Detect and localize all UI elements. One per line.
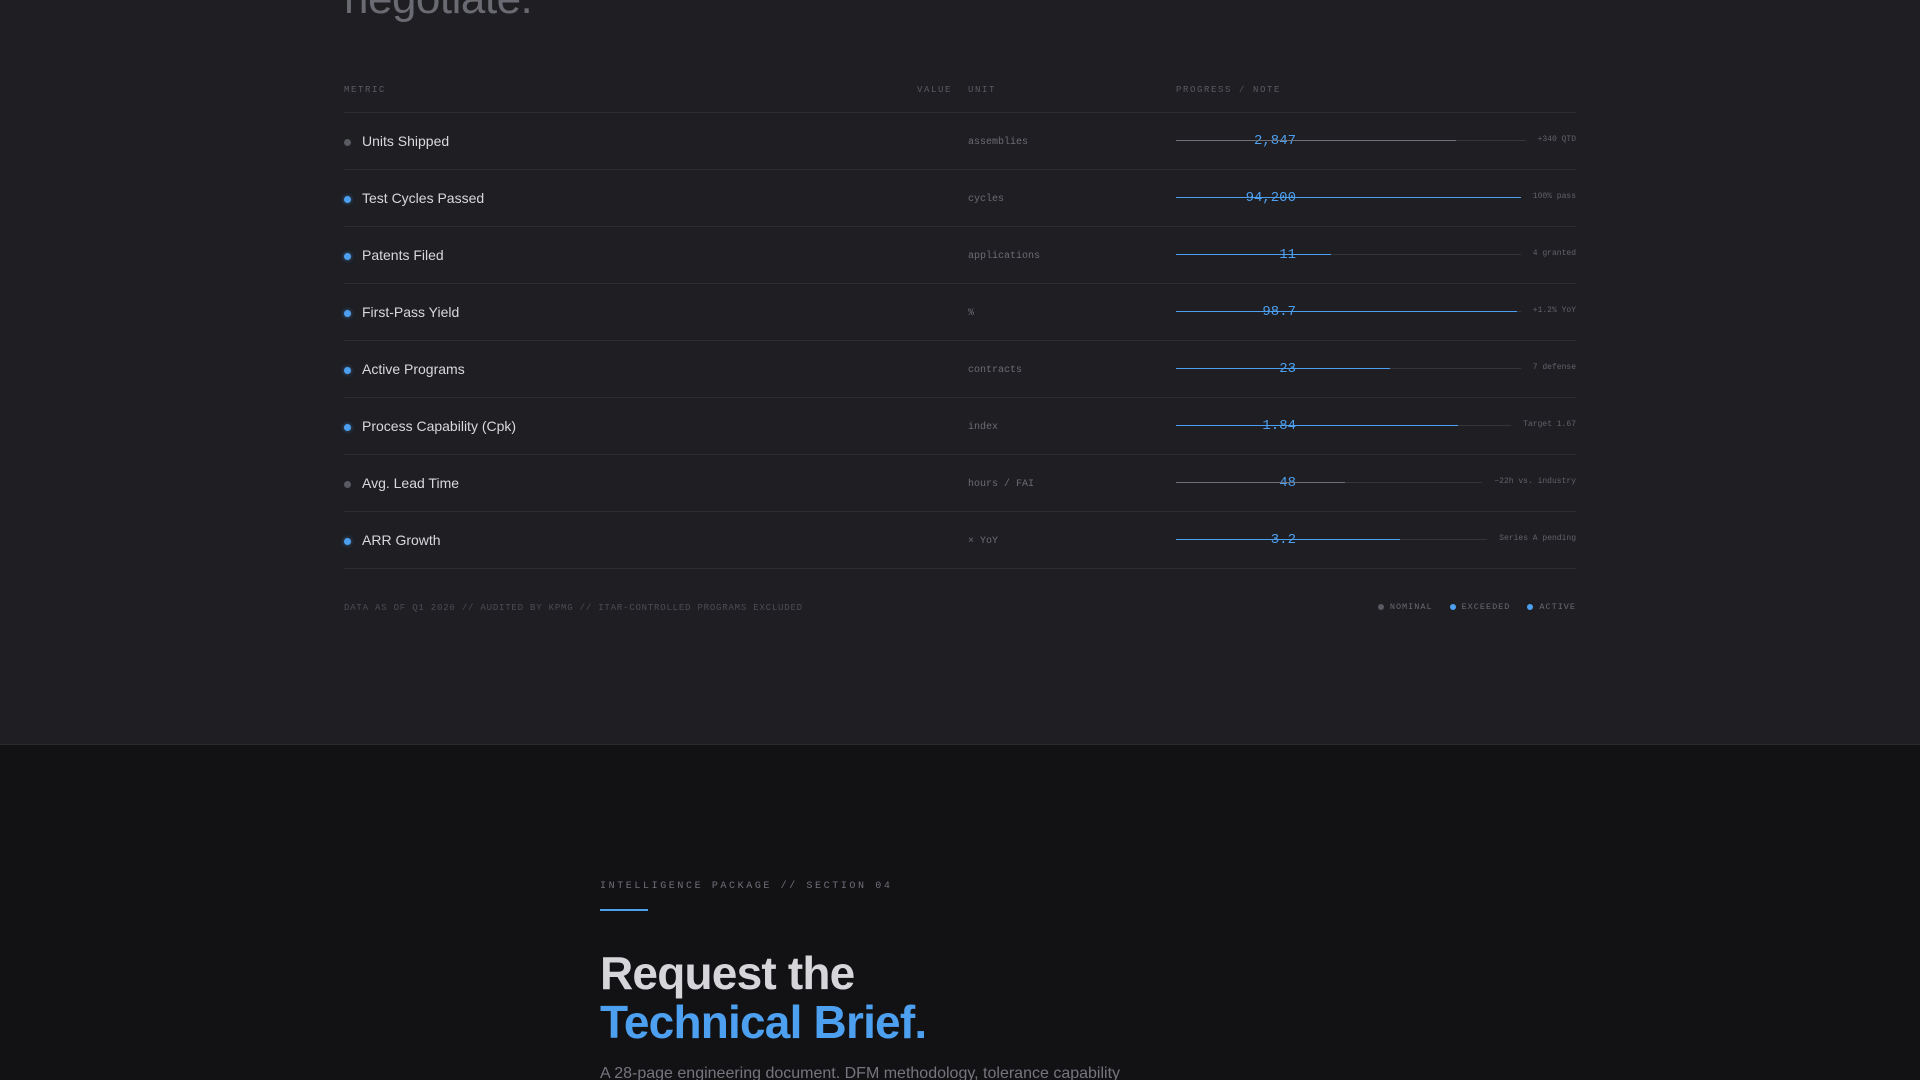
metric-name: Active Programs — [362, 361, 465, 377]
status-dot — [344, 310, 351, 317]
metrics-table: Units Shipped 2,847 assemblies +340 QTD Test… — [344, 112, 1576, 569]
progress-note: +340 QTD — [1537, 135, 1576, 144]
metric-unit: index — [968, 422, 999, 433]
section-eyebrow: INTELLIGENCE PACKAGE // SECTION 04 — [600, 881, 893, 892]
status-dot — [344, 367, 351, 374]
metric-unit: cycles — [968, 194, 1005, 205]
metric-name: Test Cycles Passed — [362, 190, 485, 206]
table-row: Units Shipped 2,847 assemblies +340 QTD — [344, 113, 1576, 170]
progress-note: Target 1.67 — [1523, 420, 1576, 429]
table-header: METRIC VALUE UNIT PROGRESS / NOTE — [344, 85, 1576, 97]
accent-rule — [600, 909, 648, 911]
progress-bar — [1176, 539, 1488, 541]
data-footnote: DATA AS OF Q1 2026 // AUDITED BY KPMG //… — [344, 603, 803, 613]
progress-fill — [1176, 254, 1332, 255]
technical-brief-section: INTELLIGENCE PACKAGE // SECTION 04 Reque… — [0, 744, 1920, 1080]
progress-note: 100% pass — [1532, 192, 1576, 201]
progress-note: 7 defense — [1532, 363, 1576, 372]
progress-note: 4 granted — [1532, 249, 1576, 258]
progress-bar — [1176, 311, 1521, 313]
metric-name: Avg. Lead Time — [362, 475, 460, 491]
progress-note: −22h vs. industry — [1494, 477, 1576, 486]
column-header-progress: PROGRESS / NOTE — [1176, 85, 1282, 95]
legend-dot — [1449, 604, 1456, 610]
brief-description: A 28-page engineering document. DFM meth… — [600, 1065, 1121, 1080]
status-dot — [344, 424, 351, 431]
metric-name: Units Shipped — [362, 133, 450, 149]
progress-note: +1.2% YoY — [1532, 306, 1576, 315]
brief-title: Request the Technical Brief. — [600, 947, 927, 1048]
metric-name: ARR Growth — [362, 532, 441, 548]
progress-fill — [1176, 482, 1345, 483]
progress-bar — [1176, 425, 1512, 427]
progress-bar — [1176, 254, 1521, 256]
metric-name: First-Pass Yield — [362, 304, 460, 320]
progress-bar — [1176, 197, 1521, 199]
legend-label: ACTIVE — [1539, 602, 1576, 612]
status-dot — [344, 139, 351, 146]
progress-fill — [1176, 425, 1458, 426]
status-dot — [344, 538, 351, 545]
progress-fill — [1176, 140, 1456, 141]
table-row: Patents Filed 11 applications 4 granted — [344, 227, 1576, 284]
legend-item: NOMINAL — [1377, 602, 1433, 612]
metric-unit: applications — [968, 251, 1041, 262]
column-header-metric: METRIC — [344, 85, 387, 95]
page: negotiate. METRIC VALUE UNIT PROGRESS / … — [0, 0, 1920, 1080]
brief-title-line2: Technical Brief. — [600, 996, 927, 1048]
table-row: Test Cycles Passed 94,200 cycles 100% pass — [344, 170, 1576, 227]
metric-unit: % — [968, 308, 975, 319]
table-row: First-Pass Yield 98.7% +1.2% YoY — [344, 284, 1576, 341]
table-row: Active Programs 23 contracts 7 defense — [344, 341, 1576, 398]
progress-bar — [1176, 482, 1483, 484]
metric-unit: assemblies — [968, 137, 1029, 148]
progress-fill — [1176, 368, 1390, 369]
column-header-unit: UNIT — [968, 85, 997, 95]
metric-name: Patents Filed — [362, 247, 444, 263]
legend-label: EXCEEDED — [1461, 602, 1511, 612]
status-dot — [344, 481, 351, 488]
metric-unit: contracts — [968, 365, 1023, 376]
metric-unit: × YoY — [968, 536, 999, 547]
progress-bar — [1176, 368, 1521, 370]
legend-item: ACTIVE — [1527, 602, 1576, 612]
metric-name: Process Capability (Cpk) — [362, 418, 517, 434]
progress-bar — [1176, 140, 1526, 142]
column-header-value: VALUE — [916, 85, 952, 95]
status-legend: NOMINAL EXCEEDED ACTIVE — [1377, 602, 1576, 612]
table-row: ARR Growth 3.2 × YoY Series A pending — [344, 512, 1576, 569]
legend-item: EXCEEDED — [1449, 602, 1511, 612]
status-dot — [344, 253, 351, 260]
legend-dot — [1527, 604, 1534, 610]
progress-fill — [1176, 197, 1521, 198]
status-dot — [344, 196, 351, 203]
metrics-section: negotiate. METRIC VALUE UNIT PROGRESS / … — [0, 0, 1920, 744]
section-headline: negotiate. — [344, 0, 533, 24]
legend-label: NOMINAL — [1389, 602, 1433, 612]
table-row: Process Capability (Cpk) 1.84 index Target … — [344, 398, 1576, 455]
metric-unit: hours / FAI — [968, 479, 1035, 490]
progress-fill — [1176, 539, 1401, 540]
legend-dot — [1377, 604, 1384, 610]
progress-note: Series A pending — [1499, 534, 1576, 543]
table-row: Avg. Lead Time 48 hours / FAI −22h vs. indu… — [344, 455, 1576, 512]
brief-title-line1: Request the — [600, 947, 855, 999]
progress-fill — [1176, 311, 1518, 312]
